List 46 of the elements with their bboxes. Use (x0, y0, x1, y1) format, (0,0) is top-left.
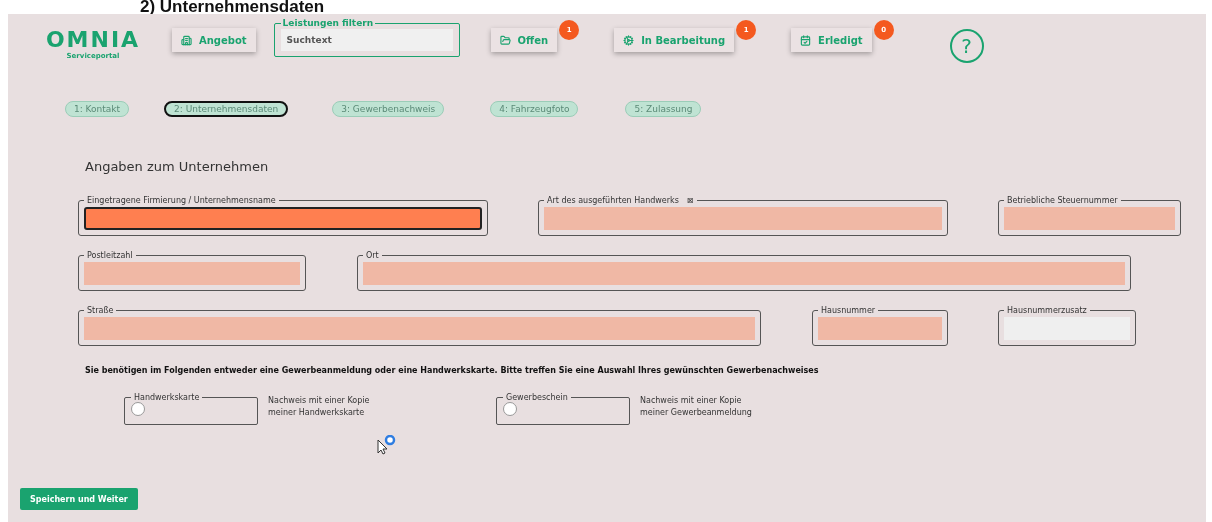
info-mark: ⊠ (686, 196, 694, 205)
step-tab[interactable]: 1: Kontakt (65, 101, 130, 117)
option-label: Gewerbeschein (505, 393, 569, 402)
logo-text: OMNIA (45, 28, 141, 52)
building-icon (181, 34, 192, 46)
page-title: 2) Unternehmensdaten (139, 0, 326, 14)
input-field[interactable] (1004, 207, 1175, 230)
field-label: Straße (86, 306, 115, 315)
radio-button[interactable] (131, 402, 145, 416)
step-tab[interactable]: 2: Unternehmensdaten (164, 101, 289, 117)
field-label: Betriebliche Steuernummer (1006, 196, 1119, 205)
folder-icon (499, 34, 511, 46)
radio-button[interactable] (503, 402, 517, 416)
input-field[interactable] (84, 317, 755, 340)
option-description: Nachweis mit einer Kopie (268, 396, 370, 405)
option-description: Nachweis mit einer Kopie (640, 396, 743, 405)
calendar-check-icon (800, 34, 812, 46)
field-label: Art des ausgeführten Handwerks ⊠ (546, 196, 695, 205)
option-description: meiner Gewerbeanmeldung (640, 408, 752, 417)
save-button[interactable]: Speichern und Weiter (20, 488, 138, 510)
step-tab[interactable]: 3: Gewerbenachweis (332, 101, 445, 117)
step-tab[interactable]: 5: Zulassung (625, 101, 702, 117)
section-title: Angaben zum Unternehmen (85, 159, 270, 174)
option-label: Handwerkskarte (133, 393, 201, 402)
input-field[interactable] (544, 207, 942, 230)
step-tab[interactable]: 4: Fahrzeugfoto (490, 101, 579, 117)
field-label: Hausnummerzusatz (1006, 306, 1088, 315)
offer-button[interactable]: Angebot (172, 28, 256, 52)
cog-icon (623, 34, 635, 46)
cursor-icon (376, 435, 396, 455)
field-label: Ort (365, 251, 380, 260)
help-button[interactable]: ? (949, 29, 984, 63)
field-label: Hausnummer (820, 306, 877, 315)
option-description: meiner Handwerkskarte (268, 408, 366, 417)
search-field[interactable]: Suchtext (280, 29, 453, 51)
input-field[interactable] (84, 262, 300, 285)
filter-legend: Leistungen filtern (280, 18, 376, 28)
status-button[interactable]: Offen (490, 28, 558, 52)
input-field[interactable] (818, 317, 942, 340)
notice-text: Sie benötigen im Folgenden entweder eine Gewerbeanmeldung oder eine Handwerkskarte. Bitte treffen Sie eine Auswahl Ihres gewünschten Gewerbenachweises (85, 366, 820, 375)
input-field[interactable] (84, 207, 482, 230)
status-button[interactable]: In Bearbeitung (614, 28, 735, 52)
field-label: Postleitzahl (86, 251, 134, 260)
field-label: Eingetragene Firmierung / Unternehmensname (86, 196, 277, 205)
input-field[interactable] (363, 262, 1125, 285)
status-button[interactable]: Erledigt (791, 28, 872, 52)
